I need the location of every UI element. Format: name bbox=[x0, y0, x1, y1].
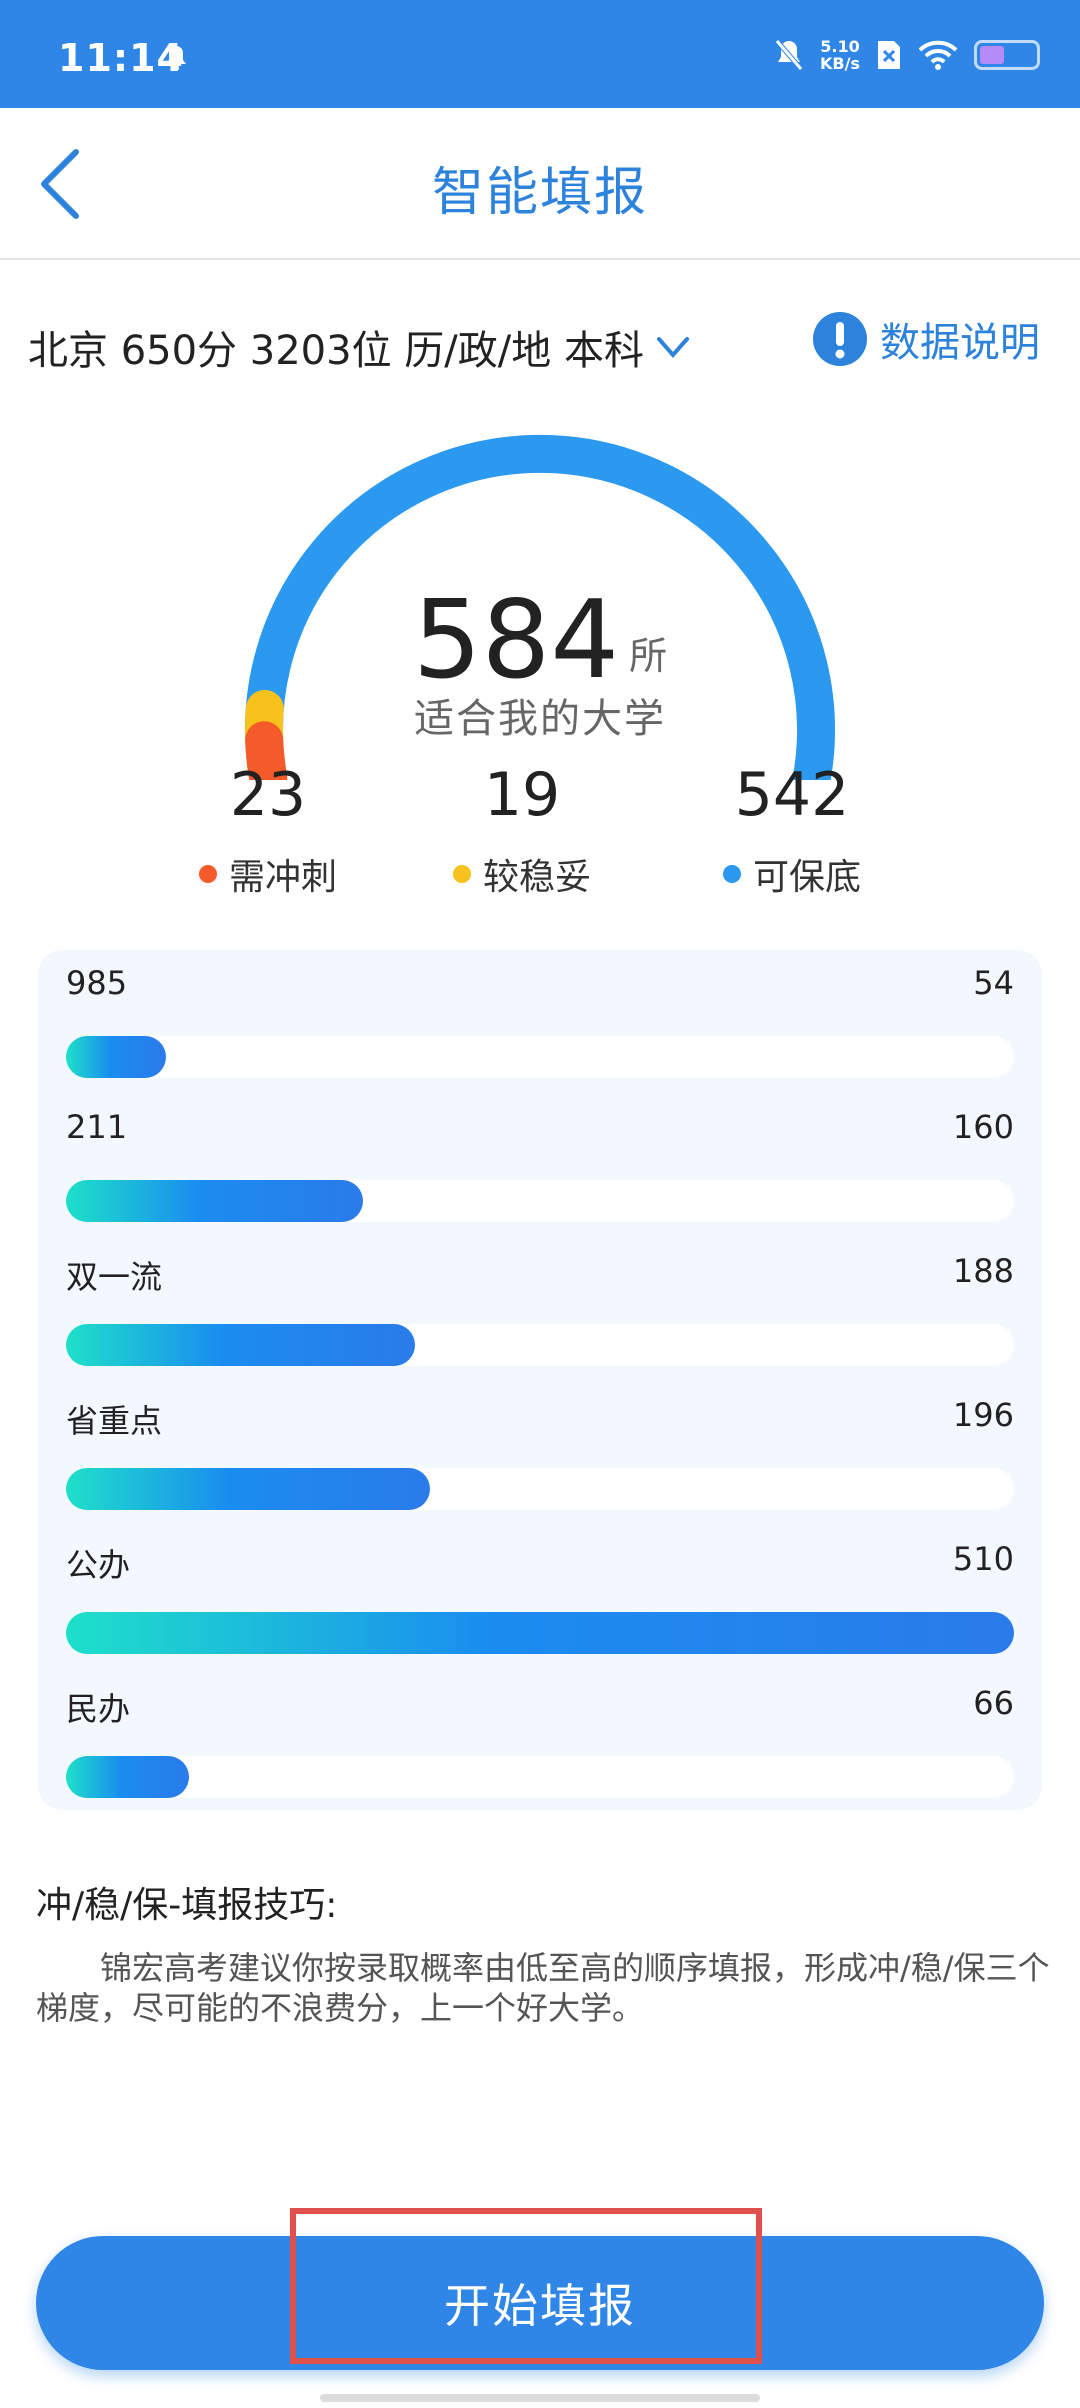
stat-reach-value: 23 bbox=[229, 760, 307, 830]
category-row-private: 民办 66 bbox=[66, 1670, 1014, 1814]
category-name: 省重点 bbox=[66, 1402, 163, 1440]
network-speed: 5.10 KB/s bbox=[820, 38, 860, 72]
gauge-total-value: 584 bbox=[412, 578, 620, 703]
category-name: 211 bbox=[66, 1108, 128, 1146]
category-row-211: 211 160 bbox=[66, 1094, 1014, 1238]
stat-stable-value: 19 bbox=[483, 760, 561, 830]
category-bar-fill bbox=[66, 1756, 189, 1798]
category-name: 985 bbox=[66, 964, 128, 1002]
sim-x-icon bbox=[878, 41, 900, 69]
battery-icon bbox=[974, 40, 1040, 70]
suitable-universities-gauge: 584 所 适合我的大学 bbox=[0, 400, 1080, 780]
category-row-provincial-key: 省重点 196 bbox=[66, 1382, 1014, 1526]
category-count: 66 bbox=[973, 1684, 1014, 1722]
university-category-panel: 985 54 211 160 双一流 188 省重点 196 公办 510 民办… bbox=[38, 950, 1042, 1810]
category-count: 160 bbox=[952, 1108, 1014, 1146]
gauge-caption: 适合我的大学 bbox=[414, 696, 666, 742]
category-count: 196 bbox=[952, 1396, 1014, 1434]
category-bar-track bbox=[66, 1180, 1014, 1222]
category-bar-fill bbox=[66, 1036, 167, 1078]
page-title: 智能填报 bbox=[431, 163, 648, 223]
tips-body: 锦宏高考建议你按录取概率由低至高的顺序填报，形成冲/稳/保三个梯度，尽可能的不浪… bbox=[36, 1949, 1050, 2027]
category-bar-fill bbox=[66, 1468, 431, 1510]
category-bar-track bbox=[66, 1468, 1014, 1510]
category-bar-fill bbox=[66, 1612, 1014, 1654]
category-name: 双一流 bbox=[66, 1258, 163, 1296]
network-speed-unit: KB/s bbox=[820, 54, 860, 73]
gauge-total-unit: 所 bbox=[629, 634, 668, 678]
stat-reach-label: 需冲刺 bbox=[228, 857, 337, 898]
status-icons: 5.10 KB/s bbox=[774, 30, 1040, 80]
category-bar-track bbox=[66, 1612, 1014, 1654]
header-bar: 智能填报 bbox=[0, 108, 1080, 260]
stat-stable-label: 较稳妥 bbox=[482, 857, 591, 898]
gauge-total: 584 所 bbox=[0, 578, 1080, 703]
notification-bell-icon bbox=[166, 46, 186, 71]
category-name: 民办 bbox=[66, 1690, 131, 1728]
category-row-985: 985 54 bbox=[66, 950, 1014, 1094]
exam-profile-text: 北京 650分 3203位 历/政/地 本科 bbox=[28, 328, 644, 374]
network-speed-value: 5.10 bbox=[820, 37, 860, 56]
status-bar: 11:14 5.10 KB/s bbox=[0, 0, 1080, 108]
tips-title: 冲/稳/保-填报技巧: bbox=[36, 1885, 338, 1926]
mute-bell-icon bbox=[775, 39, 803, 71]
category-bar-fill bbox=[66, 1180, 364, 1222]
data-note-label: 数据说明 bbox=[880, 320, 1040, 366]
category-name: 公办 bbox=[66, 1546, 131, 1584]
category-bar-track bbox=[66, 1324, 1014, 1366]
stable-dot-icon bbox=[452, 865, 471, 883]
stat-safe-value: 542 bbox=[734, 760, 850, 830]
exam-profile-selector[interactable]: 北京 650分 3203位 历/政/地 本科 bbox=[28, 318, 690, 376]
category-count: 510 bbox=[952, 1540, 1014, 1578]
category-bar-track bbox=[66, 1036, 1014, 1078]
stat-stable: 19 较稳妥 bbox=[392, 760, 652, 900]
category-bar-fill bbox=[66, 1324, 416, 1366]
wifi-icon bbox=[918, 40, 958, 70]
category-bar-track bbox=[66, 1756, 1014, 1798]
stat-safe: 542 可保底 bbox=[662, 760, 922, 900]
info-icon bbox=[813, 312, 867, 366]
battery-level bbox=[980, 46, 1005, 64]
start-filling-button[interactable]: 开始填报 bbox=[36, 2236, 1044, 2370]
category-count: 54 bbox=[973, 964, 1014, 1002]
chevron-down-icon bbox=[656, 337, 689, 359]
home-indicator[interactable] bbox=[320, 2394, 760, 2402]
reach-dot-icon bbox=[198, 865, 217, 883]
stat-reach: 23 需冲刺 bbox=[138, 760, 398, 900]
category-count: 188 bbox=[952, 1252, 1014, 1290]
data-note-link[interactable]: 数据说明 bbox=[812, 310, 1040, 368]
safe-dot-icon bbox=[722, 865, 741, 883]
category-row-double-first-class: 双一流 188 bbox=[66, 1238, 1014, 1382]
start-filling-label: 开始填报 bbox=[444, 2279, 636, 2333]
category-row-public: 公办 510 bbox=[66, 1526, 1014, 1670]
stat-safe-label: 可保底 bbox=[752, 857, 861, 898]
